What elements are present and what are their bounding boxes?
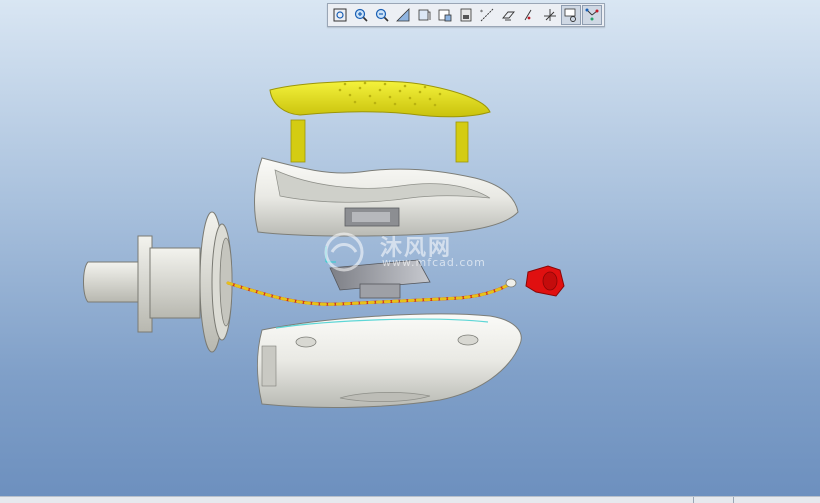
reorient-icon — [396, 8, 410, 22]
heating-plate-bracket — [359, 283, 401, 299]
display-style-button[interactable] — [435, 5, 455, 25]
datum-planes-icon — [502, 11, 515, 21]
model-viewport[interactable]: 沐风网 www.mfcad.com — [0, 0, 820, 497]
handle-post-right — [455, 121, 469, 163]
zoom-in-icon — [354, 8, 368, 22]
lower-boss-right — [457, 334, 479, 346]
datum-axes-icon: * — [480, 8, 494, 22]
handle-grip — [269, 80, 491, 118]
knob-cap — [542, 271, 558, 291]
refit-icon — [333, 8, 347, 22]
plug-prong — [83, 261, 141, 303]
spin-center-icon — [585, 8, 599, 21]
saved-views-icon — [418, 9, 431, 21]
datum-axes-button[interactable]: * — [477, 5, 497, 25]
display-style-icon — [438, 9, 452, 22]
zoom-out-button[interactable] — [372, 5, 392, 25]
annotations-button[interactable] — [561, 5, 581, 25]
coordinate-marker-icon — [325, 246, 336, 263]
exploded-iron-assembly — [83, 80, 565, 408]
zoom-out-icon — [375, 8, 389, 22]
datum-planes-button[interactable] — [498, 5, 518, 25]
status-bar — [0, 496, 820, 503]
coordinate-systems-button[interactable] — [540, 5, 560, 25]
plug-flange-core — [219, 237, 233, 327]
reorient-button[interactable] — [393, 5, 413, 25]
status-cell — [733, 497, 770, 503]
annotations-icon — [564, 8, 576, 22]
saved-views-button[interactable] — [414, 5, 434, 25]
heating-plate-part[interactable] — [329, 259, 431, 299]
plug-body — [149, 247, 201, 319]
temperature-knob-part[interactable] — [525, 265, 565, 297]
refit-button[interactable] — [330, 5, 350, 25]
upper-housing-window-inner — [352, 212, 390, 222]
handle-post-left — [290, 119, 306, 163]
datum-points-button[interactable] — [519, 5, 539, 25]
status-cell — [693, 497, 730, 503]
view-toolbar: * — [327, 3, 605, 27]
lower-housing-rear-wall — [261, 345, 277, 387]
layers-icon — [460, 8, 472, 22]
wire-connector — [505, 278, 517, 288]
lower-housing-part[interactable] — [257, 313, 522, 408]
lower-boss-left — [295, 336, 317, 348]
spin-center-button[interactable] — [582, 5, 602, 25]
zoom-in-button[interactable] — [351, 5, 371, 25]
plug-assembly-part[interactable] — [83, 211, 233, 353]
coordinate-systems-icon — [544, 9, 556, 21]
svg-text:*: * — [480, 9, 483, 16]
datum-points-icon — [524, 9, 532, 21]
handle-part[interactable] — [269, 80, 491, 163]
layers-button[interactable] — [456, 5, 476, 25]
upper-housing-part[interactable] — [254, 157, 519, 237]
